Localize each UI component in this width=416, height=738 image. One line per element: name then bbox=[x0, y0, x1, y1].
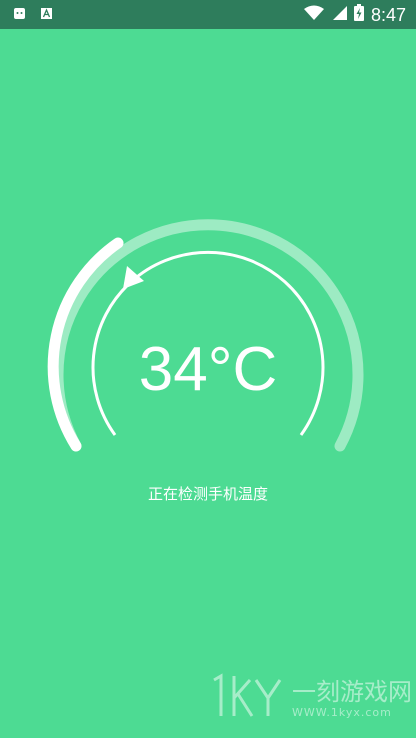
detecting-temperature-label: 正在检测手机温度 bbox=[147, 485, 268, 503]
watermark-url: WWW.1kyx.com bbox=[292, 706, 392, 719]
android-notification-icon bbox=[13, 7, 26, 25]
watermark: 一刻游戏网 WWW.1kyx.com bbox=[208, 672, 412, 720]
battery-charging-icon bbox=[353, 4, 364, 26]
temperature-screen: 34°C 正在检测手机温度 一刻游戏网 WWW.1kyx.com bbox=[0, 29, 416, 738]
temperature-value: 34°C bbox=[138, 335, 278, 404]
watermark-title: 一刻游戏网 bbox=[292, 678, 412, 706]
watermark-text: 一刻游戏网 WWW.1kyx.com bbox=[292, 678, 412, 720]
wifi-icon bbox=[303, 5, 324, 26]
app-a-icon bbox=[40, 7, 53, 25]
status-right-icons: 8:47 bbox=[303, 4, 406, 26]
watermark-logo bbox=[213, 673, 282, 717]
clock-time: 8:47 bbox=[370, 4, 406, 25]
status-bar: 8:47 bbox=[0, 0, 416, 29]
status-left-icons bbox=[13, 7, 53, 25]
gauge-pointer-icon bbox=[123, 266, 144, 289]
signal-icon bbox=[331, 5, 347, 26]
